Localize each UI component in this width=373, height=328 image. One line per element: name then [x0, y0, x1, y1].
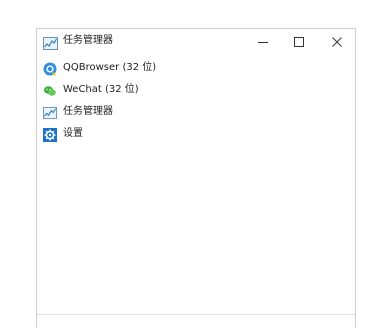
title-bar[interactable]: 任务管理器 [37, 29, 355, 55]
list-item-qqbrowser[interactable]: QQBrowser (32 位) [37, 57, 355, 79]
list-item-task-manager[interactable]: 任务管理器 [37, 101, 355, 123]
close-icon [332, 37, 342, 47]
maximize-button[interactable] [281, 29, 317, 55]
list-item-label: 设置 [63, 128, 83, 139]
qqbrowser-icon [43, 61, 57, 76]
list-item-label: WeChat (32 位) [63, 84, 139, 95]
task-manager-icon [43, 35, 58, 50]
list-item-label: QQBrowser (32 位) [63, 62, 157, 73]
task-switcher-window: 任务管理器 QQBrowser (32 位) WeChat (32 位) 任务管… [36, 28, 356, 328]
list-item-label: 任务管理器 [63, 106, 113, 117]
window-title: 任务管理器 [63, 35, 113, 46]
minimize-button[interactable] [245, 29, 281, 55]
list-item-settings[interactable]: 设置 [37, 123, 355, 145]
minimize-icon [258, 42, 268, 43]
settings-icon [43, 127, 57, 142]
list-item-wechat[interactable]: WeChat (32 位) [37, 79, 355, 101]
close-button[interactable] [319, 29, 355, 55]
maximize-icon [294, 37, 304, 47]
task-manager-icon [43, 105, 57, 120]
footer-divider [37, 314, 355, 315]
wechat-icon [43, 83, 57, 97]
